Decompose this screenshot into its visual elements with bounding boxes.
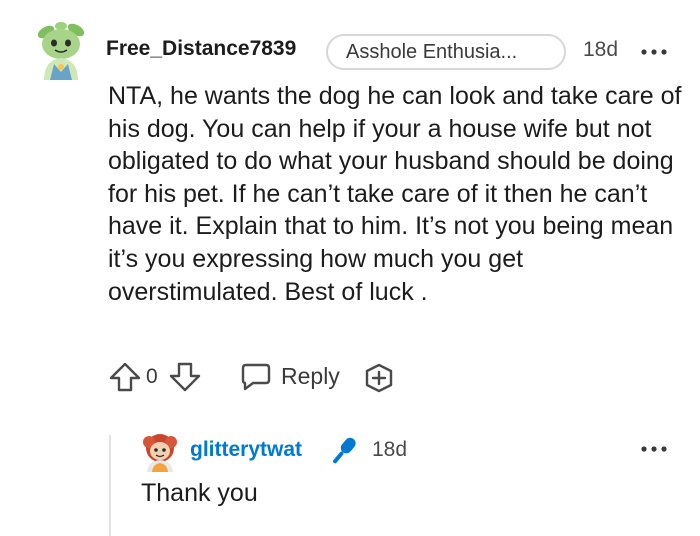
reply-age: 18d [372, 438, 408, 461]
reply-label[interactable]: Reply [281, 363, 340, 390]
avatar[interactable] [32, 20, 90, 80]
comment-author[interactable]: Free_Distance7839 [106, 37, 296, 61]
downvote-button[interactable] [168, 361, 202, 393]
user-avatar-icon [143, 434, 177, 472]
reply-author[interactable]: glitterytwat [190, 438, 302, 462]
downvote-arrow-icon [169, 362, 201, 392]
comment-body: NTA, he wants the dog he can look and ta… [108, 82, 682, 306]
vote-score: 0 [146, 365, 158, 388]
microphone-icon [327, 434, 359, 468]
more-options-icon[interactable] [640, 441, 668, 452]
avatar[interactable] [140, 432, 180, 472]
reply-button[interactable] [240, 362, 272, 392]
reply-bubble-icon [241, 363, 271, 391]
user-avatar-icon [37, 22, 85, 80]
reply-body: Thank you [141, 479, 258, 507]
comment-age: 18d [583, 38, 619, 61]
thread-line[interactable] [109, 435, 111, 536]
more-options-icon[interactable] [640, 44, 668, 55]
upvote-button[interactable] [108, 361, 142, 393]
award-plus-icon [365, 363, 393, 393]
upvote-arrow-icon [109, 362, 141, 392]
award-button[interactable] [362, 362, 396, 394]
user-flair: Asshole Enthusia... [326, 34, 566, 70]
